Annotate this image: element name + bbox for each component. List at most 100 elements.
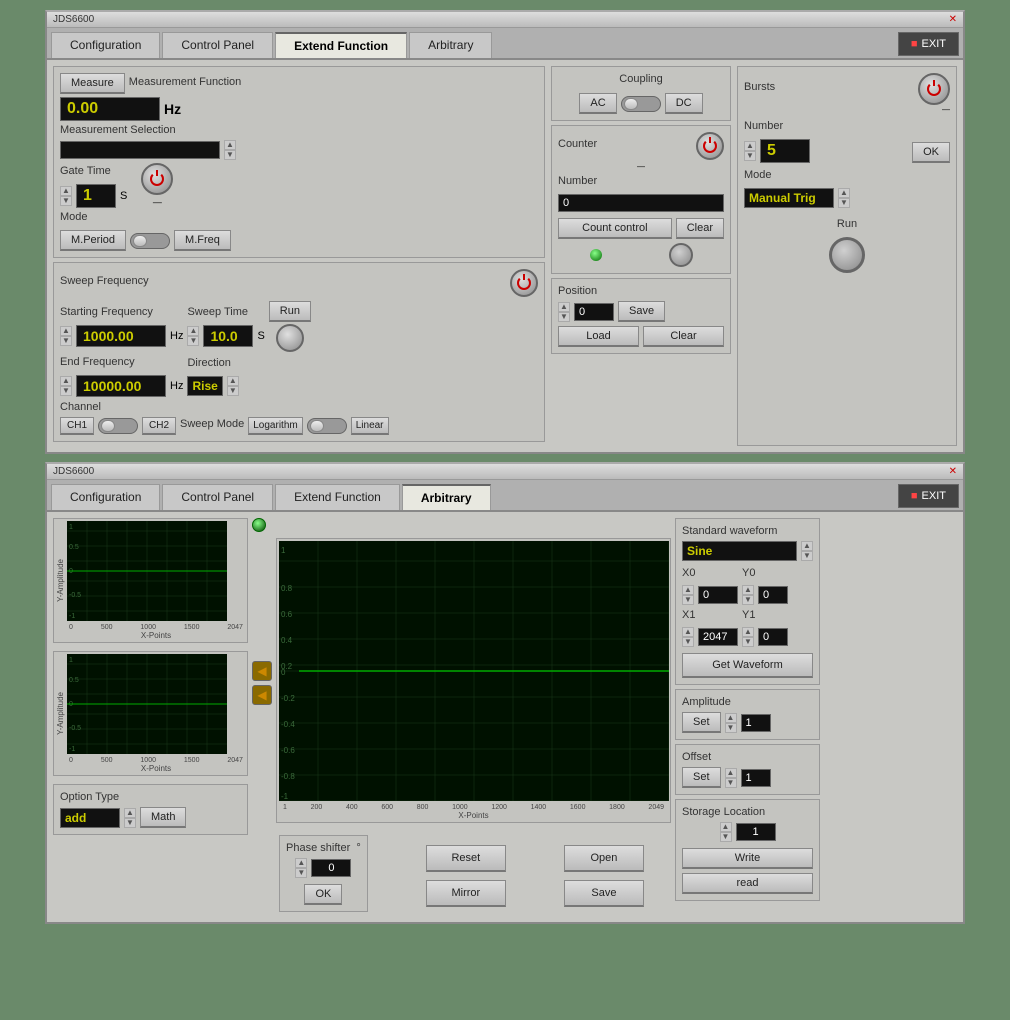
offset-set-button[interactable]: Set bbox=[682, 767, 721, 788]
amplitude-spin[interactable]: ▲ ▼ bbox=[725, 713, 737, 733]
spin-down[interactable]: ▼ bbox=[224, 150, 236, 160]
position-spin[interactable]: ▲ ▼ bbox=[558, 302, 570, 322]
end-freq-display: 10000.00 bbox=[76, 375, 166, 397]
direction-spin[interactable]: ▲ ▼ bbox=[227, 376, 239, 396]
top-tabs: Configuration Control Panel Extend Funct… bbox=[47, 28, 963, 60]
tab-extend-function-top[interactable]: Extend Function bbox=[275, 32, 407, 58]
ac-button[interactable]: AC bbox=[579, 93, 616, 114]
mode-toggle[interactable] bbox=[130, 233, 170, 249]
x0-spin[interactable]: ▲ ▼ bbox=[682, 585, 694, 605]
read-button[interactable]: read bbox=[682, 873, 813, 894]
end-freq-spin[interactable]: ▲ ▼ bbox=[60, 376, 72, 396]
direction-display: Rise bbox=[187, 376, 222, 396]
waveform-type-spin[interactable]: ▲ ▼ bbox=[801, 541, 813, 561]
reset-button[interactable]: Reset bbox=[426, 845, 506, 872]
standard-waveform-label: Standard waveform bbox=[682, 525, 777, 537]
counter-clear-button[interactable]: Clear bbox=[676, 218, 724, 239]
y1-spin[interactable]: ▲ ▼ bbox=[742, 627, 754, 647]
small-chart2-y-label: Y-Amplitude bbox=[56, 692, 65, 735]
counter-label: Counter bbox=[558, 138, 597, 150]
tab-arbitrary-bottom[interactable]: Arbitrary bbox=[402, 484, 491, 510]
sweep-mode-toggle[interactable] bbox=[307, 418, 347, 434]
tab-configuration-top[interactable]: Configuration bbox=[51, 32, 160, 58]
option-type-spin[interactable]: ▲ ▼ bbox=[124, 808, 136, 828]
x1-spin[interactable]: ▲ ▼ bbox=[682, 627, 694, 647]
power-button-measure[interactable] bbox=[141, 163, 173, 195]
svg-text:-1: -1 bbox=[281, 792, 289, 801]
bursts-label: Bursts bbox=[744, 81, 775, 93]
position-save-button[interactable]: Save bbox=[618, 301, 665, 322]
bursts-ok-button[interactable]: OK bbox=[912, 142, 950, 163]
exit-button-top[interactable]: ■ EXIT bbox=[898, 32, 959, 56]
run-button[interactable]: Run bbox=[269, 301, 311, 322]
exit-button-bottom[interactable]: ■ EXIT bbox=[898, 484, 959, 508]
m-freq-button[interactable]: M.Freq bbox=[174, 230, 231, 251]
ch1-toggle[interactable] bbox=[98, 418, 138, 434]
counter-reset-knob[interactable] bbox=[669, 243, 693, 267]
count-control-button[interactable]: Count control bbox=[558, 218, 672, 239]
y0-spin[interactable]: ▲ ▼ bbox=[742, 585, 754, 605]
save-button-arb[interactable]: Save bbox=[564, 880, 644, 907]
small-chart2-svg: 1 0.5 0 -0.5 -1 bbox=[67, 654, 227, 754]
m-period-button[interactable]: M.Period bbox=[60, 230, 126, 251]
small-chart2-x-label: X-Points bbox=[67, 764, 245, 773]
amplitude-set-button[interactable]: Set bbox=[682, 712, 721, 733]
option-type-section: Option Type add ▲ ▼ Math bbox=[53, 784, 248, 835]
dc-button[interactable]: DC bbox=[665, 93, 703, 114]
tab-control-panel-top[interactable]: Control Panel bbox=[162, 32, 273, 58]
bursts-mode-spin[interactable]: ▲ ▼ bbox=[838, 188, 850, 208]
channel-label: Channel bbox=[60, 401, 101, 413]
sweep-time-spin[interactable]: ▲ ▼ bbox=[187, 326, 199, 346]
bursts-run-knob[interactable] bbox=[829, 237, 865, 273]
offset-section: Offset Set ▲ ▼ 1 bbox=[675, 744, 820, 795]
open-button[interactable]: Open bbox=[564, 845, 644, 872]
write-button[interactable]: Write bbox=[682, 848, 813, 869]
x1-label: X1 bbox=[682, 609, 738, 621]
sweep-knob[interactable] bbox=[276, 324, 304, 352]
spin-up[interactable]: ▲ bbox=[224, 140, 236, 150]
tab-arbitrary-top[interactable]: Arbitrary bbox=[409, 32, 492, 58]
position-display: 0 bbox=[574, 303, 614, 321]
top-window-title: JDS6600 bbox=[53, 14, 94, 25]
option-type-display: add bbox=[60, 808, 120, 828]
measurement-selection-field bbox=[60, 141, 220, 159]
logarithm-button[interactable]: Logarithm bbox=[248, 417, 302, 435]
position-clear-button[interactable]: Clear bbox=[643, 326, 724, 347]
storage-display: 1 bbox=[736, 823, 776, 841]
start-freq-spin[interactable]: ▲ ▼ bbox=[60, 326, 72, 346]
offset-spin[interactable]: ▲ ▼ bbox=[725, 768, 737, 788]
end-freq-unit: Hz bbox=[170, 380, 183, 392]
counter-power-btn[interactable] bbox=[696, 132, 724, 160]
chart-indicator bbox=[252, 518, 266, 532]
gate-time-spin[interactable]: ▲ ▼ bbox=[60, 186, 72, 206]
power-button-sweep[interactable] bbox=[510, 269, 538, 297]
arrow-left-up[interactable]: ◀ bbox=[252, 661, 272, 681]
bursts-power-btn[interactable] bbox=[918, 73, 950, 105]
measurement-selection-spin[interactable]: ▲ ▼ bbox=[224, 140, 236, 160]
tab-control-panel-bottom[interactable]: Control Panel bbox=[162, 484, 273, 510]
top-close-btn[interactable]: ✕ bbox=[949, 14, 957, 25]
measurement-selection-label: Measurement Selection bbox=[60, 124, 538, 136]
arrow-left-down[interactable]: ◀ bbox=[252, 685, 272, 705]
freq-display: 0.00 bbox=[60, 97, 160, 121]
phase-spin[interactable]: ▲ ▼ bbox=[295, 858, 307, 878]
waveform-panel: Standard waveform Sine ▲ ▼ X0 bbox=[675, 518, 820, 916]
y0-label: Y0 bbox=[742, 567, 788, 579]
direction-label: Direction bbox=[187, 357, 238, 369]
ch1-button[interactable]: CH1 bbox=[60, 417, 94, 435]
storage-spin[interactable]: ▲ ▼ bbox=[720, 822, 732, 842]
math-button[interactable]: Math bbox=[140, 807, 186, 828]
linear-button[interactable]: Linear bbox=[351, 417, 389, 435]
position-load-button[interactable]: Load bbox=[558, 326, 639, 347]
measure-button[interactable]: Measure bbox=[60, 73, 125, 94]
tab-configuration-bottom[interactable]: Configuration bbox=[51, 484, 160, 510]
mirror-button[interactable]: Mirror bbox=[426, 880, 506, 907]
mode-toggle-knob bbox=[133, 235, 147, 247]
bursts-number-spin[interactable]: ▲ ▼ bbox=[744, 141, 756, 161]
bottom-close-btn[interactable]: ✕ bbox=[949, 466, 957, 477]
coupling-toggle[interactable] bbox=[621, 96, 661, 112]
tab-extend-function-bottom[interactable]: Extend Function bbox=[275, 484, 400, 510]
ch2-button[interactable]: CH2 bbox=[142, 417, 176, 435]
phase-ok-button[interactable]: OK bbox=[304, 884, 342, 905]
get-waveform-button[interactable]: Get Waveform bbox=[682, 653, 813, 678]
